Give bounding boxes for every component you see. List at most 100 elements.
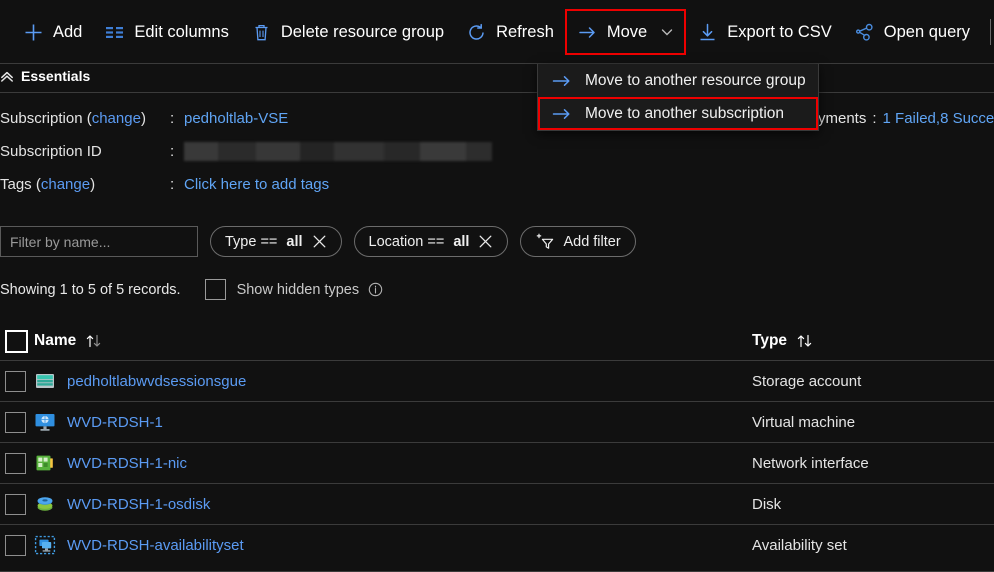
network-interface-icon xyxy=(34,452,56,474)
resource-name-link[interactable]: WVD-RDSH-availabilityset xyxy=(67,537,244,554)
edit-columns-button[interactable]: Edit columns xyxy=(93,9,239,55)
info-icon[interactable] xyxy=(368,282,383,297)
refresh-button-label: Refresh xyxy=(496,22,554,41)
row-type-cell: Availability set xyxy=(752,537,994,554)
toolbar-divider xyxy=(990,19,992,45)
row-name-cell: WVD-RDSH-1-osdisk xyxy=(34,493,752,515)
row-checkbox[interactable] xyxy=(5,370,26,392)
resource-name-link[interactable]: WVD-RDSH-1-osdisk xyxy=(67,496,210,513)
sort-icon[interactable] xyxy=(796,334,822,348)
tags-change-link[interactable]: change xyxy=(41,176,90,193)
essentials-title: Essentials xyxy=(21,68,91,84)
row-checkbox[interactable] xyxy=(5,452,26,474)
row-name-cell: WVD-RDSH-1-nic xyxy=(34,452,752,474)
resource-name-link[interactable]: WVD-RDSH-1 xyxy=(67,414,163,431)
essentials-row-subscription-id: Subscription ID : xyxy=(0,135,994,168)
show-hidden-types-label: Show hidden types xyxy=(236,281,360,298)
export-to-csv-label: Export to CSV xyxy=(727,22,832,41)
resource-type-text: Network interface xyxy=(752,454,869,472)
table-row[interactable]: WVD-RDSH-availabilityset Availability se… xyxy=(0,524,994,565)
subscription-value-link[interactable]: pedholtlab-VSE xyxy=(184,110,288,127)
move-button-label: Move xyxy=(606,22,648,41)
resource-type-text: Availability set xyxy=(752,536,847,554)
tags-key-text: Tags xyxy=(0,176,32,193)
select-all-cell xyxy=(0,329,34,353)
table-row[interactable]: pedholtlabwvdsessionsgue Storage account xyxy=(0,360,994,401)
filter-pill-type-value: all xyxy=(286,233,303,250)
colon: : xyxy=(170,176,175,193)
colon: : xyxy=(170,110,175,127)
command-toolbar: Add Edit columns Delete resource group R… xyxy=(0,0,994,64)
add-button[interactable]: Add xyxy=(12,9,93,55)
add-filter-button[interactable]: Add filter xyxy=(520,226,636,257)
open-query-label: Open query xyxy=(883,22,971,41)
close-icon[interactable] xyxy=(312,234,327,249)
essentials-header[interactable]: Essentials xyxy=(0,68,90,84)
disk-icon xyxy=(34,493,56,515)
filter-pill-type[interactable]: Type == all xyxy=(210,226,342,257)
row-type-cell: Network interface xyxy=(752,455,994,472)
row-select-cell xyxy=(0,452,34,474)
move-button[interactable]: Move xyxy=(564,9,687,55)
table-row[interactable]: WVD-RDSH-1 Virtual machine xyxy=(0,401,994,442)
filter-pill-location-value: all xyxy=(453,233,470,250)
menu-item-move-to-subscription[interactable]: Move to another subscription xyxy=(538,97,818,130)
select-all-checkbox[interactable] xyxy=(5,329,28,353)
column-header-name[interactable]: Name xyxy=(34,332,752,350)
table-row[interactable]: WVD-RDSH-1-osdisk Disk xyxy=(0,483,994,524)
resources-table: Name Type pedholtlabwvdsessionsgue Stora… xyxy=(0,322,994,565)
trash-icon xyxy=(251,22,272,43)
export-to-csv-button[interactable]: Export to CSV xyxy=(686,9,843,55)
row-checkbox[interactable] xyxy=(5,493,26,515)
column-header-type[interactable]: Type xyxy=(752,332,994,350)
menu-item-label: Move to another resource group xyxy=(585,71,806,89)
subscription-change-link[interactable]: change xyxy=(92,110,141,127)
sort-icon[interactable] xyxy=(85,334,111,348)
paren-close: ) xyxy=(140,110,146,127)
colon: : xyxy=(170,143,175,160)
row-checkbox[interactable] xyxy=(5,411,26,433)
essentials-divider xyxy=(0,92,994,93)
menu-item-label: Move to another subscription xyxy=(585,104,785,122)
row-name-cell: WVD-RDSH-1 xyxy=(34,411,752,433)
deployments-value-link[interactable]: 1 Failed,8 Succe xyxy=(883,110,994,127)
edit-columns-label: Edit columns xyxy=(134,22,229,41)
subscription-key: Subscription (change) xyxy=(0,110,170,127)
row-checkbox[interactable] xyxy=(5,534,26,556)
filter-pill-type-prefix: Type == xyxy=(225,233,278,250)
filter-by-name-input[interactable] xyxy=(0,226,198,257)
plus-icon xyxy=(23,22,44,43)
menu-item-move-to-resource-group[interactable]: Move to another resource group xyxy=(538,64,818,97)
filter-pill-location[interactable]: Location == all xyxy=(353,226,509,257)
resource-name-link[interactable]: WVD-RDSH-1-nic xyxy=(67,455,187,472)
close-icon[interactable] xyxy=(478,234,493,249)
column-header-name-label: Name xyxy=(34,332,77,349)
add-tags-link[interactable]: Click here to add tags xyxy=(184,176,329,193)
chevron-up-icon xyxy=(0,70,14,82)
tags-key: Tags (change) xyxy=(0,176,170,193)
availability-set-icon xyxy=(34,534,56,556)
table-row[interactable]: WVD-RDSH-1-nic Network interface xyxy=(0,442,994,483)
chevron-down-icon xyxy=(660,25,674,39)
add-filter-label: Add filter xyxy=(563,233,621,250)
edit-columns-icon xyxy=(104,22,125,43)
row-select-cell xyxy=(0,411,34,433)
row-name-cell: pedholtlabwvdsessionsgue xyxy=(34,370,752,392)
colon: : xyxy=(872,110,877,127)
delete-resource-group-button[interactable]: Delete resource group xyxy=(240,9,455,55)
refresh-icon xyxy=(466,22,487,43)
essentials-row-deployments: yments : 1 Failed,8 Succe xyxy=(818,102,994,135)
row-type-cell: Storage account xyxy=(752,373,994,390)
resource-type-text: Disk xyxy=(752,495,782,513)
add-button-label: Add xyxy=(53,22,83,41)
show-hidden-types-checkbox[interactable] xyxy=(204,279,226,300)
open-query-icon xyxy=(854,22,875,43)
subscription-id-key: Subscription ID xyxy=(0,143,102,160)
open-query-button[interactable]: Open query xyxy=(843,9,981,55)
records-summary-row: Showing 1 to 5 of 5 records. Show hidden… xyxy=(0,279,383,300)
add-filter-icon xyxy=(535,233,554,250)
refresh-button[interactable]: Refresh xyxy=(455,9,565,55)
subscription-id-redacted-value xyxy=(184,142,492,161)
resource-name-link[interactable]: pedholtlabwvdsessionsgue xyxy=(67,373,246,390)
toolbar-underline xyxy=(0,63,994,64)
